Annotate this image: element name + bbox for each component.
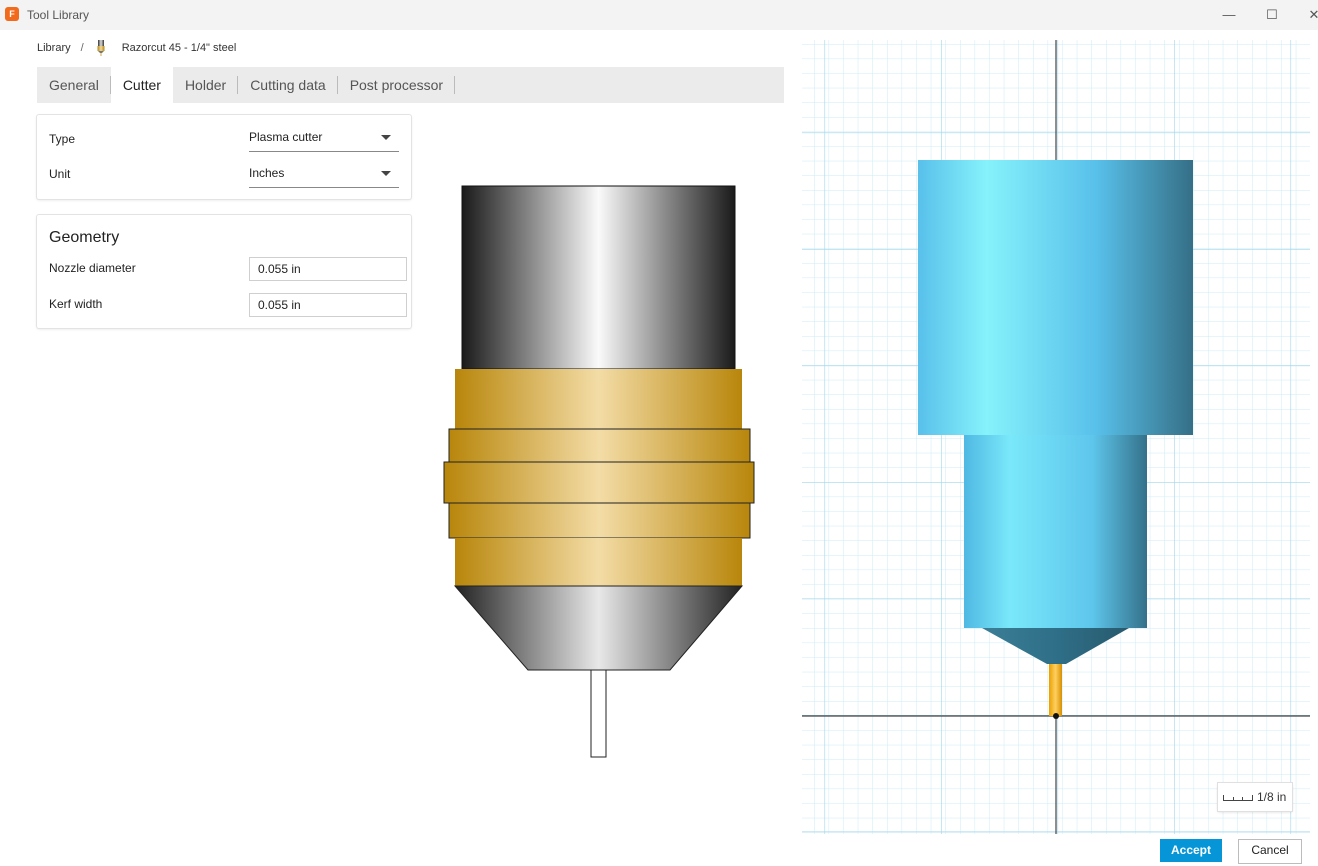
tool-preview (443, 185, 755, 758)
app-logo-icon: F (5, 7, 19, 21)
type-select-value: Plasma cutter (249, 130, 323, 144)
maximize-icon[interactable]: ☐ (1261, 4, 1283, 26)
close-icon[interactable]: ✕ (1303, 4, 1318, 26)
ruler-icon (1223, 795, 1253, 801)
chevron-down-icon (381, 171, 391, 176)
breadcrumb-current: Razorcut 45 - 1/4" steel (121, 42, 237, 54)
minimize-icon[interactable]: — (1218, 4, 1240, 26)
kerf-width-field[interactable]: 0.055 in (249, 293, 407, 317)
tool-body-lower (964, 435, 1147, 628)
breadcrumb-library[interactable]: Library (37, 42, 71, 54)
cap-ring-2 (443, 461, 755, 504)
nozzle-diameter-field[interactable]: 0.055 in (249, 257, 407, 281)
breadcrumb-separator: / (80, 42, 84, 54)
tab-bar: General Cutter Holder Cutting data Post … (37, 67, 784, 103)
nozzle-cone (453, 585, 744, 671)
cutter-type-card: Type Plasma cutter Unit Inches (37, 115, 411, 199)
tool-body-upper (918, 160, 1193, 435)
scale-label: 1/8 in (1257, 790, 1287, 804)
tab-post-processor[interactable]: Post processor (338, 67, 456, 103)
tab-cutting-data[interactable]: Cutting data (238, 67, 338, 103)
cap-ring-3 (448, 502, 751, 539)
unit-select-value: Inches (249, 166, 285, 180)
nozzle-tip (590, 669, 607, 758)
cancel-button[interactable]: Cancel (1238, 839, 1302, 864)
geometry-card: Geometry Nozzle diameter 0.055 in Kerf w… (37, 215, 411, 328)
tool-origin-point (1053, 713, 1059, 719)
geometry-title: Geometry (49, 229, 120, 246)
cap-ring-1 (448, 428, 751, 464)
nozzle-diameter-label: Nozzle diameter (49, 261, 136, 275)
tool-tip (1049, 664, 1062, 716)
unit-select[interactable]: Inches (249, 164, 399, 188)
tab-general[interactable]: General (37, 67, 111, 103)
unit-label: Unit (49, 167, 71, 181)
tab-holder[interactable]: Holder (173, 67, 239, 103)
retaining-cap (455, 369, 742, 429)
plasma-tool-icon (97, 40, 105, 56)
kerf-width-label: Kerf width (49, 297, 103, 311)
accept-button[interactable]: Accept (1160, 839, 1222, 862)
chevron-down-icon (381, 135, 391, 140)
window-title: Tool Library (27, 8, 90, 22)
title-bar: F Tool Library — ☐ ✕ (0, 0, 1318, 30)
torch-body (461, 185, 736, 370)
tab-cutter[interactable]: Cutter (110, 67, 173, 103)
tool-grid-viewport[interactable] (802, 40, 1310, 834)
type-label: Type (49, 132, 76, 146)
shield-base (455, 538, 742, 586)
scale-indicator: 1/8 in (1218, 783, 1292, 811)
breadcrumb: Library / Razorcut 45 - 1/4" steel (37, 40, 236, 56)
type-select[interactable]: Plasma cutter (249, 128, 399, 152)
